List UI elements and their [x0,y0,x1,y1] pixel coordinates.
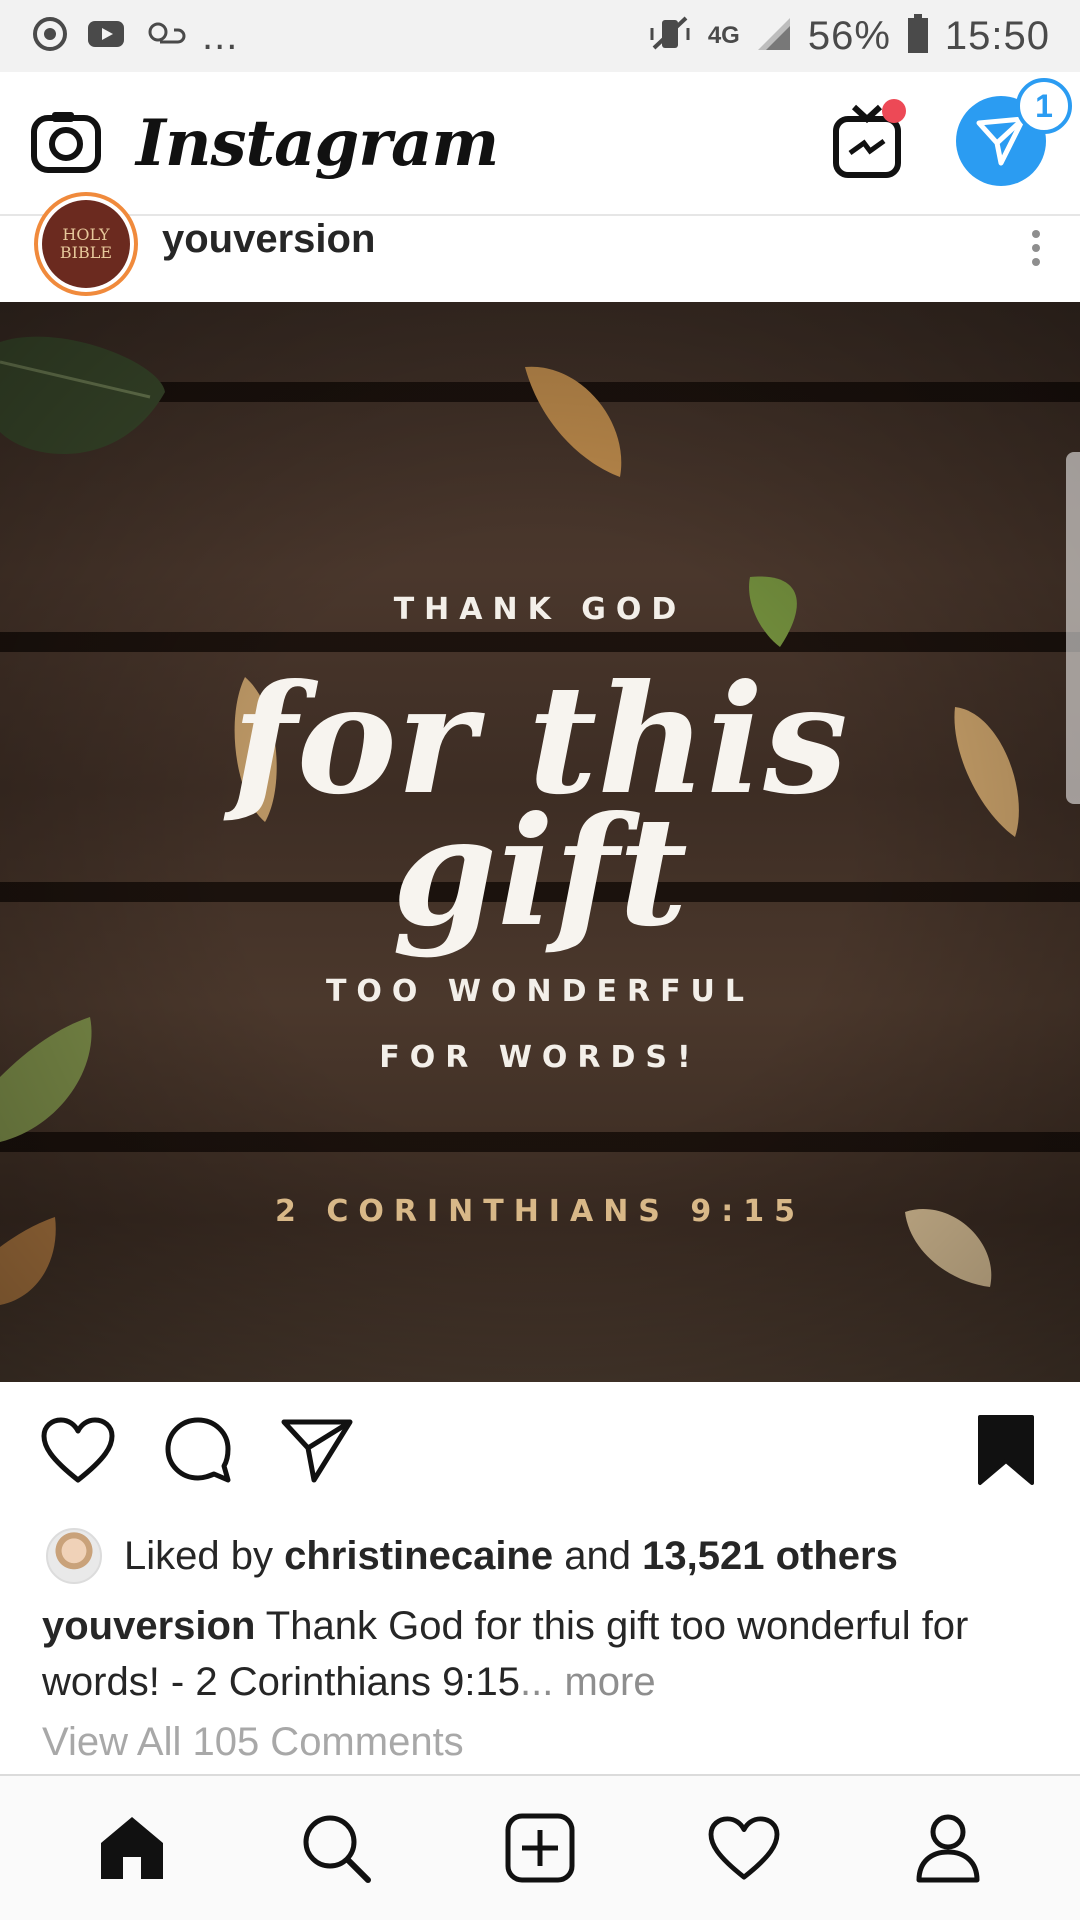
nav-new-post[interactable] [490,1798,590,1898]
nav-home[interactable] [82,1798,182,1898]
clock: 15:50 [944,13,1050,58]
status-bar: ... 4G 56% 15:50 [0,0,1080,72]
post-username[interactable]: youversion [162,217,375,262]
post-actions [0,1382,1080,1522]
igtv-button[interactable] [832,98,906,184]
home-icon [101,1817,163,1879]
avatar[interactable]: HOLY BIBLE [34,192,138,296]
likes-and-label: and [564,1533,631,1578]
avatar-text-line1: HOLY [62,225,110,244]
battery-icon [907,13,929,59]
save-button[interactable] [976,1413,1036,1492]
youtube-icon [86,17,126,56]
avatar-bible-image: HOLY BIBLE [42,200,130,288]
network-type: 4G [707,22,740,49]
nav-activity[interactable] [694,1798,794,1898]
seed-leaf-decoration [525,366,622,477]
likes-count[interactable]: 13,521 others [642,1534,898,1578]
sync-icon [30,14,70,59]
green-leaf-decoration [0,336,165,455]
image-text-too-wonderful: TOO WONDERFUL [325,974,755,1009]
green-leaf-decoration [0,1017,92,1142]
profile-icon [916,1814,980,1883]
avatar-text-line2: BIBLE [59,243,113,262]
post-image[interactable]: THANK GOD for this gift TOO WONDERFUL FO… [0,302,1080,1382]
app-header: Instagram 1 [0,72,1080,216]
notification-overflow: ... [202,13,239,58]
weather-icon [142,14,186,59]
signal-icon [756,16,792,57]
bookmark-icon [978,1414,1034,1485]
image-text-verse-reference: 2 CORINTHIANS 9:15 [275,1194,805,1229]
view-all-comments-link[interactable]: View All 105 Comments [42,1720,464,1765]
nav-search[interactable] [286,1798,386,1898]
nav-profile[interactable] [898,1798,998,1898]
search-icon [303,1815,371,1883]
post-caption: youversion Thank God for this gift too w… [42,1598,1042,1710]
comment-icon [165,1417,231,1482]
send-icon [281,1419,353,1482]
liked-by-label: Liked by [124,1533,273,1578]
bottom-navigation [0,1774,1080,1920]
vibrate-mute-icon [648,14,692,59]
carousel-scroll-handle[interactable] [1066,452,1080,804]
share-button[interactable] [280,1416,354,1489]
heart-icon [708,1816,780,1880]
image-text-gift: gift [392,784,688,960]
like-button[interactable] [40,1416,116,1489]
add-post-icon [505,1813,575,1883]
igtv-notification-dot [882,98,906,123]
camera-icon[interactable] [30,108,102,179]
image-text-for-words: FOR WORDS! [379,1040,701,1075]
direct-message-button[interactable]: 1 [956,78,1072,190]
liker-avatar [46,1528,102,1584]
caption-username[interactable]: youversion [42,1604,255,1648]
comment-button[interactable] [162,1414,234,1491]
post-header: HOLY BIBLE youversion [0,192,1080,302]
likes-summary[interactable]: Liked by christinecaine and 13,521 other… [46,1526,898,1586]
seed-leaf-decoration [0,1217,56,1305]
image-text-thank-god: THANK GOD [393,592,687,627]
dm-count-badge: 1 [1016,78,1072,134]
instagram-logo: Instagram [136,105,499,181]
battery-percent: 56% [807,13,891,58]
caption-more-link[interactable]: ... more [520,1660,656,1704]
liker-username[interactable]: christinecaine [284,1534,553,1578]
more-options-icon[interactable] [1032,230,1040,266]
heart-icon [41,1417,115,1482]
